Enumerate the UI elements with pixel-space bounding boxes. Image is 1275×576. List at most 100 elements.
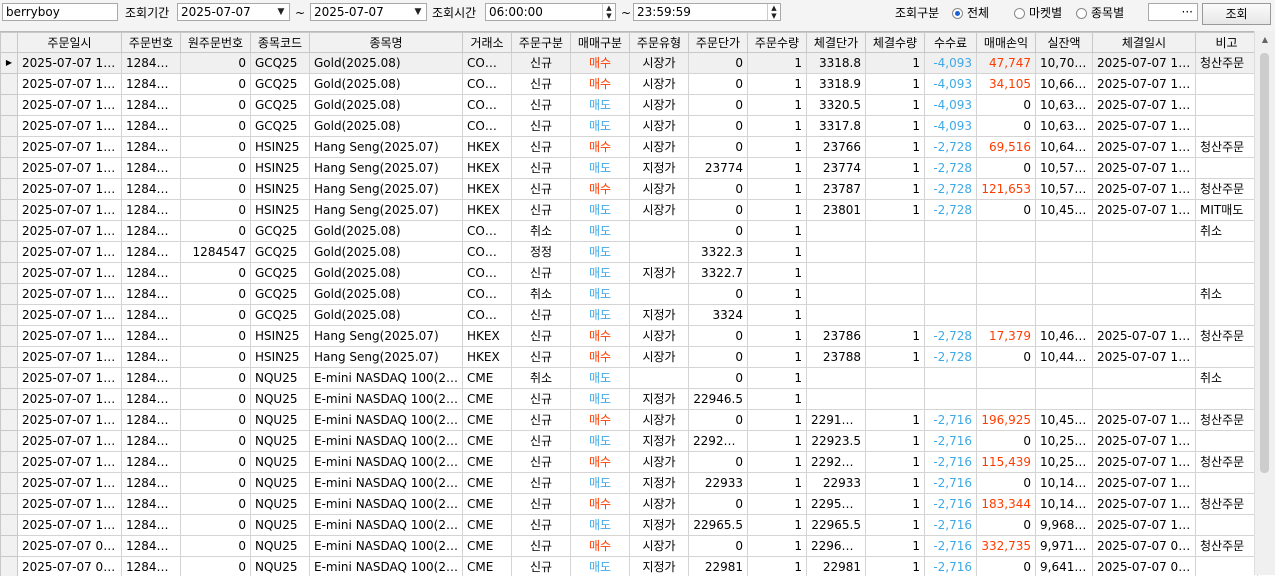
table-row[interactable]: 2025-07-07 11:…12844750GCQ25Gold(2025.08…	[1, 305, 1258, 326]
cell-balance: 9,968,…	[1036, 515, 1093, 536]
date-from-select[interactable]: 2025-07-07 ▼	[177, 3, 290, 21]
col-header-order-kind[interactable]: 주문구분	[512, 33, 571, 53]
row-indicator[interactable]	[1, 305, 18, 326]
row-indicator[interactable]	[1, 263, 18, 284]
row-indicator[interactable]	[1, 515, 18, 536]
table-row[interactable]: 2025-07-07 11:…12845620HSIN25Hang Seng(2…	[1, 200, 1258, 221]
search-button[interactable]: 조회	[1202, 3, 1271, 25]
table-row[interactable]: 2025-07-07 11:…12846290HSIN25Hang Seng(2…	[1, 158, 1258, 179]
row-indicator[interactable]	[1, 200, 18, 221]
cell-order-type: 지정가	[630, 557, 689, 576]
chevron-down-icon[interactable]: ▼	[412, 4, 424, 20]
table-row[interactable]: 2025-07-07 11:…12844690HSIN25Hang Seng(2…	[1, 326, 1258, 347]
table-row[interactable]: 2025-07-07 11:…12846320HSIN25Hang Seng(2…	[1, 137, 1258, 158]
col-header-exchange[interactable]: 거래소	[463, 33, 512, 53]
col-header-symbol-code[interactable]: 종목코드	[251, 33, 310, 53]
row-indicator[interactable]	[1, 557, 18, 576]
row-indicator[interactable]	[1, 410, 18, 431]
row-indicator[interactable]	[1, 536, 18, 557]
table-row[interactable]: 2025-07-07 11:…12845470GCQ25Gold(2025.08…	[1, 263, 1258, 284]
cell-order-price: 3322.7	[689, 263, 748, 284]
row-indicator[interactable]	[1, 242, 18, 263]
chevron-down-icon[interactable]: ▼	[275, 4, 287, 20]
col-header-order-type[interactable]: 주문유형	[630, 33, 689, 53]
time-from-input[interactable]: 06:00:00 ▲▼	[485, 3, 616, 21]
table-row[interactable]: 2025-07-07 10:…12843190NQU25E-mini NASDA…	[1, 452, 1258, 473]
time-to-input[interactable]: 23:59:59 ▲▼	[633, 3, 781, 21]
row-indicator[interactable]	[1, 158, 18, 179]
triangle-right-icon[interactable]: ▶	[1, 53, 18, 74]
row-indicator[interactable]	[1, 494, 18, 515]
table-row[interactable]: 2025-07-07 10:…12844630NQU25E-mini NASDA…	[1, 368, 1258, 389]
table-row[interactable]: ▶2025-07-07 13:…12848420GCQ25Gold(2025.0…	[1, 53, 1258, 74]
table-row[interactable]: 2025-07-07 13:…12848410GCQ25Gold(2025.08…	[1, 74, 1258, 95]
col-header-pnl[interactable]: 매매손익	[977, 33, 1036, 53]
table-row[interactable]: 2025-07-07 13:…12848280GCQ25Gold(2025.08…	[1, 95, 1258, 116]
col-header-order-qty[interactable]: 주문수량	[748, 33, 807, 53]
scroll-thumb[interactable]	[1260, 53, 1269, 473]
col-header-fill-time[interactable]: 체결일시	[1093, 33, 1196, 53]
col-header-balance[interactable]: 실잔액	[1036, 33, 1093, 53]
col-header-orig-order-no[interactable]: 원주문번호	[181, 33, 251, 53]
table-row[interactable]: 2025-07-07 10:…12843250NQU25E-mini NASDA…	[1, 431, 1258, 452]
row-indicator[interactable]	[1, 368, 18, 389]
row-indicator[interactable]	[1, 137, 18, 158]
table-row[interactable]: 2025-07-07 09:…12842770NQU25E-mini NASDA…	[1, 557, 1258, 576]
col-header-fee[interactable]: 수수료	[925, 33, 977, 53]
account-field[interactable]: berryboy	[2, 3, 118, 21]
row-indicator[interactable]	[1, 347, 18, 368]
table-row[interactable]: 2025-07-07 13:…12848010GCQ25Gold(2025.08…	[1, 116, 1258, 137]
radio-off-icon	[1076, 8, 1087, 19]
cell-order-price: 22946.5	[689, 389, 748, 410]
row-indicator[interactable]	[1, 431, 18, 452]
radio-market[interactable]: 마켓별	[1014, 5, 1062, 21]
col-header-remark[interactable]: 비고	[1196, 33, 1258, 53]
spin-updown-icon[interactable]: ▲▼	[767, 4, 780, 20]
cell-balance: 10,642…	[1036, 137, 1093, 158]
col-header-side[interactable]: 매매구분	[571, 33, 630, 53]
row-indicator[interactable]	[1, 326, 18, 347]
cell-order-no: 1284841	[122, 74, 181, 95]
col-header-fill-price[interactable]: 체결단가	[807, 33, 866, 53]
table-row[interactable]: 2025-07-07 11:…12845480GCQ25Gold(2025.08…	[1, 221, 1258, 242]
cell-order-type: 지정가	[630, 158, 689, 179]
radio-all[interactable]: 전체	[952, 5, 989, 21]
row-indicator[interactable]	[1, 221, 18, 242]
table-row[interactable]: 2025-07-07 11:…12845481284547GCQ25Gold(2…	[1, 242, 1258, 263]
scroll-up-icon[interactable]: ▲	[1255, 31, 1275, 49]
vertical-scrollbar[interactable]: ▲	[1254, 31, 1275, 575]
table-header: 주문일시주문번호원주문번호종목코드종목명거래소주문구분매매구분주문유형주문단가주…	[1, 33, 1258, 53]
table-row[interactable]: 2025-07-07 10:…12843030NQU25E-mini NASDA…	[1, 515, 1258, 536]
table-row[interactable]: 2025-07-07 11:…12845650HSIN25Hang Seng(2…	[1, 179, 1258, 200]
date-to-select[interactable]: 2025-07-07 ▼	[310, 3, 427, 21]
radio-symbol[interactable]: 종목별	[1076, 5, 1124, 21]
row-indicator[interactable]	[1, 389, 18, 410]
ellipsis-button[interactable]: ···	[1148, 3, 1198, 21]
table-row[interactable]: 2025-07-07 10:…12843180NQU25E-mini NASDA…	[1, 473, 1258, 494]
table-row[interactable]: 2025-07-07 11:…12844670HSIN25Hang Seng(2…	[1, 347, 1258, 368]
cell-exchange: COM…	[463, 74, 512, 95]
cell-fill-price	[807, 263, 866, 284]
row-indicator[interactable]	[1, 179, 18, 200]
cell-remark	[1196, 263, 1258, 284]
col-header-fill-qty[interactable]: 체결수량	[866, 33, 925, 53]
row-indicator[interactable]	[1, 95, 18, 116]
table-row[interactable]: 2025-07-07 09:…12843000NQU25E-mini NASDA…	[1, 536, 1258, 557]
row-indicator[interactable]	[1, 116, 18, 137]
table-row[interactable]: 2025-07-07 10:…12843050NQU25E-mini NASDA…	[1, 494, 1258, 515]
row-indicator[interactable]	[1, 473, 18, 494]
spin-updown-icon[interactable]: ▲▼	[602, 4, 615, 20]
col-header-order-price[interactable]: 주문단가	[689, 33, 748, 53]
table-row[interactable]: 2025-07-07 10:…12843270NQU25E-mini NASDA…	[1, 410, 1258, 431]
row-indicator[interactable]	[1, 452, 18, 473]
table-row[interactable]: 2025-07-07 10:…12844630NQU25E-mini NASDA…	[1, 389, 1258, 410]
col-header-order-time[interactable]: 주문일시	[18, 33, 122, 53]
table-row[interactable]: 2025-07-07 11:…12844750GCQ25Gold(2025.08…	[1, 284, 1258, 305]
col-header-order-no[interactable]: 주문번호	[122, 33, 181, 53]
row-indicator[interactable]	[1, 284, 18, 305]
cell-order-qty: 1	[748, 200, 807, 221]
cell-orig-order-no: 0	[181, 347, 251, 368]
row-indicator[interactable]	[1, 74, 18, 95]
col-header-symbol-name[interactable]: 종목명	[310, 33, 463, 53]
cell-symbol-code: HSIN25	[251, 137, 310, 158]
